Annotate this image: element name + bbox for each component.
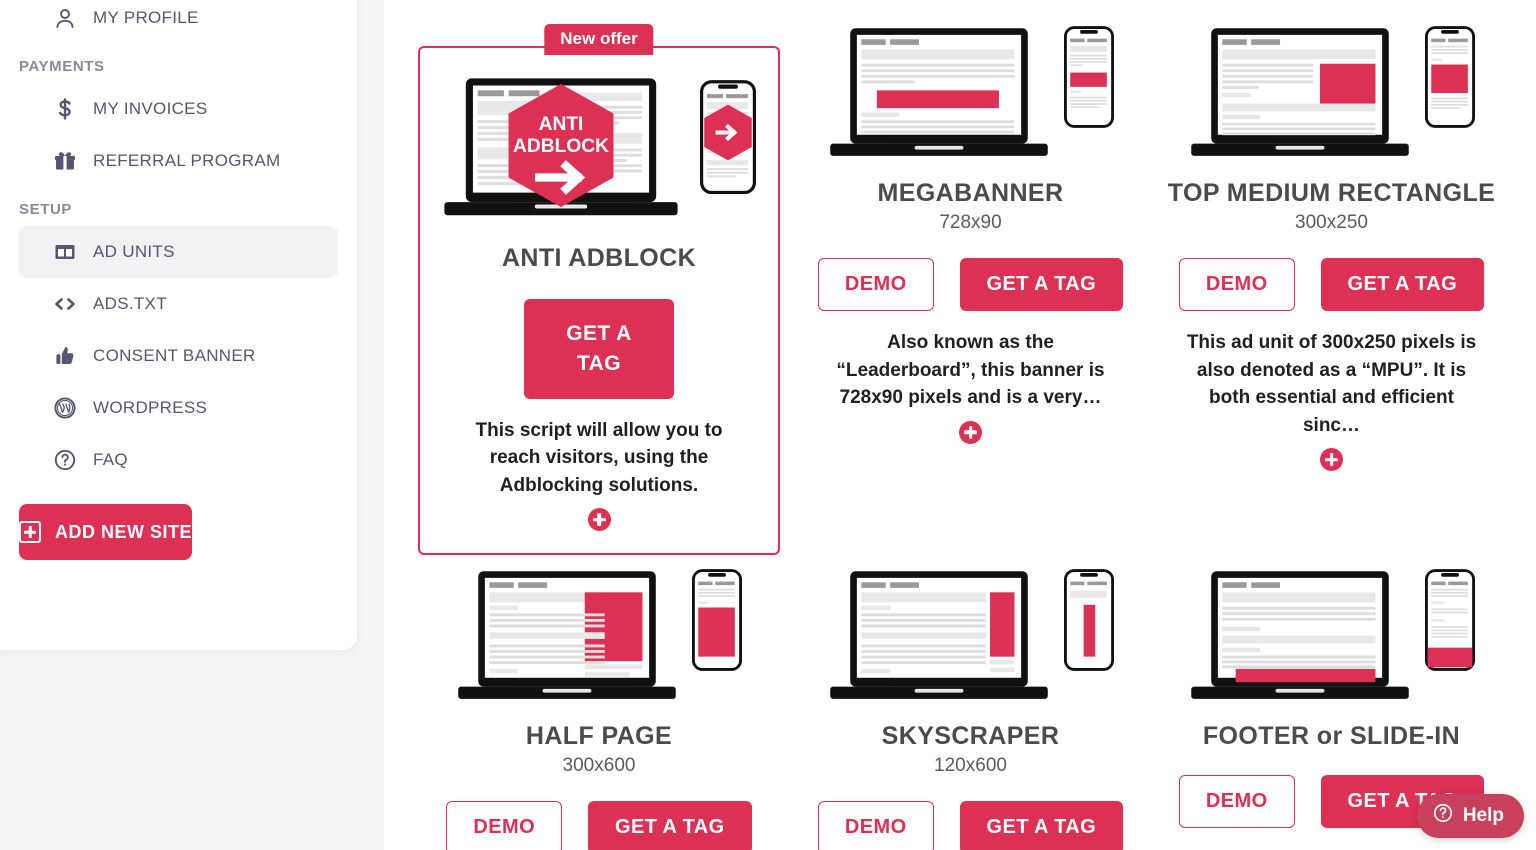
ad-unit-size: 300x250 [1295, 212, 1368, 234]
sidebar-item-label: FAQ [93, 450, 128, 469]
get-a-tag-button[interactable]: GET A TAG [959, 258, 1124, 312]
sidebar-item-ad-units[interactable]: AD UNITS [19, 226, 338, 278]
sidebar-item-label: WORDPRESS [93, 398, 208, 417]
page-root: MY REPORTSMY PROFILEPAYMENTSMY INVOICESR… [0, 0, 1536, 850]
help-button[interactable]: Help [1416, 794, 1524, 838]
sidebar-item-referral-program[interactable]: REFERRAL PROGRAM [19, 135, 338, 187]
code-icon [51, 290, 79, 318]
question-circle-icon [1432, 802, 1454, 830]
ad-unit-size: 120x600 [934, 755, 1007, 777]
get-a-tag-button[interactable]: GET A TAG [524, 299, 674, 399]
ad-preview-mockup [1189, 26, 1475, 164]
ad-unit-card: MEGABANNER 728x90 DEMO GET A TAG Also known … [790, 22, 1151, 565]
ad-preview-mockup [828, 569, 1114, 707]
columns-icon [51, 238, 79, 266]
help-label: Help [1462, 805, 1504, 826]
get-a-tag-button[interactable]: GET A TAG [959, 801, 1124, 850]
expand-plus-icon[interactable] [587, 508, 611, 532]
demo-button[interactable]: DEMO [817, 801, 934, 850]
plus-icon [19, 521, 41, 543]
sidebar-item-faq[interactable]: FAQ [19, 434, 338, 486]
sidebar-item-label: ADS.TXT [93, 294, 167, 313]
ad-preview-mockup [1189, 569, 1475, 707]
sidebar-section-title: PAYMENTS [19, 58, 105, 75]
ad-unit-description: Also known as the “Leaderboard”, this ba… [836, 332, 1105, 409]
ad-units-grid: New offer ANTI ADBLOCK ANTI ADBLOCK GET … [408, 0, 1512, 850]
card-actions: DEMO GET A TAG [1178, 258, 1485, 312]
sidebar-item-my-profile[interactable]: MY PROFILE [19, 0, 338, 44]
user-icon [51, 4, 79, 32]
ad-unit-card: TOP MEDIUM RECTANGLE 300x250 DEMO GET A TAG… [1151, 22, 1512, 565]
sidebar-item-label: MY PROFILE [93, 8, 199, 27]
ad-unit-size: 300x600 [562, 755, 636, 777]
new-offer-badge: New offer [544, 24, 654, 55]
sidebar-item-wordpress[interactable]: WORDPRESS [19, 382, 338, 434]
ad-unit-size: 728x90 [939, 212, 1002, 234]
card-actions: DEMO GET A TAG [817, 801, 1124, 850]
card-actions: DEMO GET A TAG [446, 801, 752, 850]
ad-unit-description: This ad unit of 300x250 pixels is also d… [1186, 332, 1477, 436]
expand-plus-icon[interactable] [959, 420, 982, 444]
get-a-tag-button[interactable]: GET A TAG [588, 801, 752, 850]
sidebar-item-my-invoices[interactable]: MY INVOICES [19, 83, 338, 135]
dollar-icon [51, 95, 79, 123]
sidebar-card: MY REPORTSMY PROFILEPAYMENTSMY INVOICESR… [0, 0, 357, 650]
sidebar-nav: MY REPORTSMY PROFILEPAYMENTSMY INVOICESR… [0, 0, 357, 486]
ad-preview-mockup [456, 569, 742, 707]
svg-text:ADBLOCK: ADBLOCK [513, 136, 609, 157]
ad-unit-card: New offer ANTI ADBLOCK ANTI ADBLOCK GET … [418, 24, 780, 556]
sidebar-section-title: SETUP [19, 201, 73, 218]
demo-button[interactable]: DEMO [446, 801, 563, 850]
sidebar-item-ads-txt[interactable]: ADS.TXT [19, 278, 338, 330]
expand-plus-icon[interactable] [1320, 448, 1343, 472]
ad-unit-title: TOP MEDIUM RECTANGLE [1167, 178, 1496, 207]
ad-unit-card: HALF PAGE 300x600 DEMO GET A TAG [408, 565, 790, 850]
ad-unit-card: SKYSCRAPER 120x600 DEMO GET A TAG [790, 565, 1151, 850]
gift-icon [51, 147, 79, 175]
ad-unit-title: SKYSCRAPER [881, 721, 1060, 750]
ad-unit-title: MEGABANNER [877, 178, 1064, 207]
sidebar: MY REPORTSMY PROFILEPAYMENTSMY INVOICESR… [0, 0, 384, 850]
ad-unit-title: HALF PAGE [525, 721, 673, 750]
ad-unit-title: FOOTER or SLIDE-IN [1202, 721, 1461, 750]
add-new-site-button[interactable]: ADD NEW SITE [19, 504, 193, 560]
wordpress-icon [51, 394, 79, 422]
demo-button[interactable]: DEMO [817, 258, 934, 312]
sidebar-item-consent-banner[interactable]: CONSENT BANNER [19, 330, 338, 382]
sidebar-item-label: MY INVOICES [93, 99, 208, 118]
card-actions: DEMO GET A TAG [817, 258, 1124, 312]
demo-button[interactable]: DEMO [1178, 258, 1295, 312]
ad-unit-title: ANTI ADBLOCK [501, 243, 697, 272]
sidebar-item-label: REFERRAL PROGRAM [93, 151, 281, 170]
ad-preview-mockup: ANTI ADBLOCK [442, 76, 756, 229]
ad-preview-mockup [828, 26, 1114, 164]
main-content: New offer ANTI ADBLOCK ANTI ADBLOCK GET … [384, 0, 1536, 850]
svg-text:ANTI: ANTI [539, 114, 584, 135]
sidebar-item-label: CONSENT BANNER [93, 346, 256, 365]
sidebar-item-label: AD UNITS [93, 242, 175, 261]
demo-button[interactable]: DEMO [1178, 775, 1295, 829]
thumbs-up-icon [51, 342, 79, 370]
question-circle-icon [51, 446, 79, 474]
ad-unit-description: This script will allow you to reach visi… [475, 419, 723, 496]
get-a-tag-button[interactable]: GET A TAG [1320, 258, 1485, 312]
add-new-site-label: ADD NEW SITE [55, 521, 193, 542]
